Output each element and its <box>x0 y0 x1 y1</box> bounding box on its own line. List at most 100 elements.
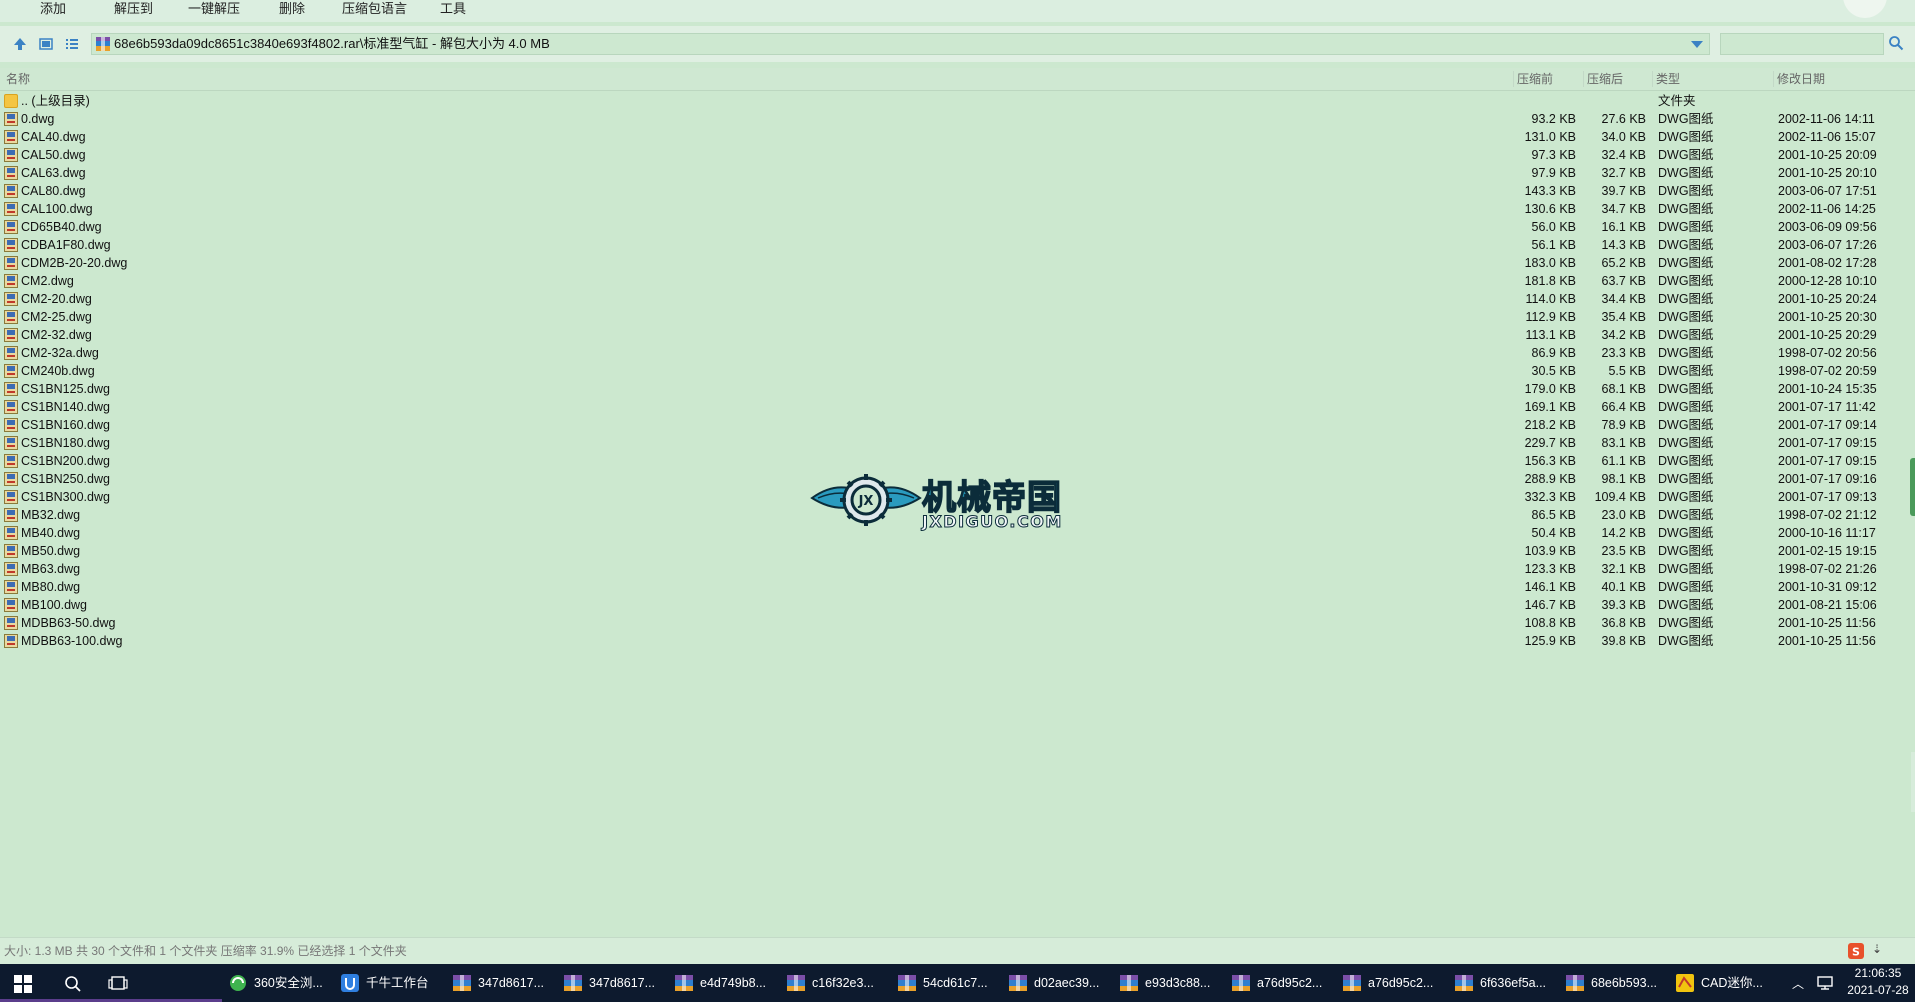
dwg-file-icon <box>4 130 18 144</box>
file-row[interactable]: CM240b.dwg 30.5 KB 5.5 KB DWG图纸 1998-07-02 2… <box>0 362 1915 380</box>
taskbar-app[interactable]: 千牛工作台 <box>334 964 444 1002</box>
column-name[interactable]: 名称 <box>6 68 30 90</box>
column-divider[interactable] <box>1513 71 1514 87</box>
file-row[interactable]: CS1BN125.dwg 179.0 KB 68.1 KB DWG图纸 2001-10-… <box>0 380 1915 398</box>
column-packed[interactable]: 压缩后 <box>1587 68 1623 90</box>
dwg-file-icon <box>4 508 18 522</box>
file-row[interactable]: MB50.dwg 103.9 KB 23.5 KB DWG图纸 2001-02-15 1… <box>0 542 1915 560</box>
taskbar-app-label: e4d749b8... <box>700 976 767 990</box>
search-icon[interactable] <box>64 975 82 993</box>
taskbar-app[interactable]: e93d3c88... <box>1113 964 1223 1002</box>
taskbar-app-label: c16f32e3... <box>812 976 874 990</box>
file-modified: 2003-06-09 09:56 <box>1778 220 1877 234</box>
menu-delete[interactable]: 删除 <box>279 0 305 18</box>
search-input[interactable] <box>1720 33 1884 55</box>
file-row[interactable]: CS1BN180.dwg 229.7 KB 83.1 KB DWG图纸 2001-07-… <box>0 434 1915 452</box>
network-icon[interactable] <box>1816 975 1834 991</box>
window-corner-decoration <box>1843 0 1887 18</box>
column-divider[interactable] <box>1773 71 1774 87</box>
file-modified: 2002-11-06 14:25 <box>1778 202 1876 216</box>
taskbar-app[interactable]: a76d95c2... <box>1336 964 1446 1002</box>
file-type: DWG图纸 <box>1658 490 1714 504</box>
chevron-down-icon[interactable]: ⇣ <box>1872 942 1882 956</box>
parent-directory-row[interactable]: .. (上级目录) 文件夹 <box>0 92 1915 110</box>
column-modified[interactable]: 修改日期 <box>1777 68 1825 90</box>
sogou-ime-icon[interactable]: S <box>1848 943 1864 959</box>
menu-add[interactable]: 添加 <box>40 0 66 18</box>
archive-icon <box>1120 975 1138 991</box>
file-name: MDBB63-100.dwg <box>21 634 123 648</box>
archive-icon <box>453 975 471 991</box>
file-type: DWG图纸 <box>1658 616 1714 630</box>
menu-tools[interactable]: 工具 <box>440 0 466 18</box>
column-divider[interactable] <box>1583 71 1584 87</box>
file-type: DWG图纸 <box>1658 418 1714 432</box>
file-packed-size: 40.1 KB <box>1601 580 1646 594</box>
file-row[interactable]: CAL63.dwg 97.9 KB 32.7 KB DWG图纸 2001-10-25 2… <box>0 164 1915 182</box>
file-row[interactable]: CDBA1F80.dwg 56.1 KB 14.3 KB DWG图纸 2003-06-0… <box>0 236 1915 254</box>
column-size[interactable]: 压缩前 <box>1517 68 1553 90</box>
column-header: 名称 压缩前 压缩后 类型 修改日期 <box>0 68 1915 91</box>
menu-bar: 添加 解压到 一键解压 删除 压缩包语言 工具 <box>0 0 1915 22</box>
clock-date[interactable]: 2021-07-28 <box>1840 982 1915 998</box>
taskbar-app[interactable]: d02aec39... <box>1002 964 1112 1002</box>
windows-start-icon[interactable] <box>14 975 32 993</box>
menu-archive-language[interactable]: 压缩包语言 <box>342 0 407 18</box>
file-row[interactable]: MDBB63-50.dwg 108.8 KB 36.8 KB DWG图纸 2001-10… <box>0 614 1915 632</box>
file-row[interactable]: CDM2B-20-20.dwg 183.0 KB 65.2 KB DWG图纸 2001-… <box>0 254 1915 272</box>
task-view-icon[interactable] <box>108 975 128 993</box>
dwg-file-icon <box>4 616 18 630</box>
taskbar-app[interactable]: CAD迷你... <box>1669 964 1779 1002</box>
file-type: 文件夹 <box>1658 94 1696 108</box>
clock-time[interactable]: 21:06:35 <box>1840 965 1915 981</box>
file-row[interactable]: CM2-32.dwg 113.1 KB 34.2 KB DWG图纸 2001-10-25… <box>0 326 1915 344</box>
column-divider[interactable] <box>1652 71 1653 87</box>
taskbar-app[interactable]: c16f32e3... <box>780 964 890 1002</box>
file-row[interactable]: CM2.dwg 181.8 KB 63.7 KB DWG图纸 2000-12-28 10… <box>0 272 1915 290</box>
path-field[interactable]: 68e6b593da09dc8651c3840e693f4802.rar\标准型… <box>91 33 1710 55</box>
file-row[interactable]: MB80.dwg 146.1 KB 40.1 KB DWG图纸 2001-10-31 0… <box>0 578 1915 596</box>
menu-one-click-extract[interactable]: 一键解压 <box>188 0 240 18</box>
file-row[interactable]: CM2-25.dwg 112.9 KB 35.4 KB DWG图纸 2001-10-25… <box>0 308 1915 326</box>
taskbar-app[interactable]: 54cd61c7... <box>891 964 1001 1002</box>
archive-icon <box>787 975 805 991</box>
file-row[interactable]: MB100.dwg 146.7 KB 39.3 KB DWG图纸 2001-08-21 … <box>0 596 1915 614</box>
thumbnail-view-icon[interactable] <box>38 36 54 52</box>
chevron-down-icon[interactable] <box>1691 41 1703 48</box>
file-packed-size: 23.0 KB <box>1601 508 1646 522</box>
file-row[interactable]: CAL40.dwg 131.0 KB 34.0 KB DWG图纸 2002-11-06 … <box>0 128 1915 146</box>
file-row[interactable]: CS1BN140.dwg 169.1 KB 66.4 KB DWG图纸 2001-07-… <box>0 398 1915 416</box>
menu-extract-to[interactable]: 解压到 <box>114 0 153 18</box>
file-type: DWG图纸 <box>1658 166 1714 180</box>
taskbar-app-label: CAD迷你... <box>1701 976 1763 990</box>
file-row[interactable]: CAL100.dwg 130.6 KB 34.7 KB DWG图纸 2002-11-06… <box>0 200 1915 218</box>
file-packed-size: 109.4 KB <box>1594 490 1646 504</box>
file-row[interactable]: CAL80.dwg 143.3 KB 39.7 KB DWG图纸 2003-06-07 … <box>0 182 1915 200</box>
file-row[interactable]: 0.dwg 93.2 KB 27.6 KB DWG图纸 2002-11-06 14:11 <box>0 110 1915 128</box>
file-row[interactable]: CS1BN160.dwg 218.2 KB 78.9 KB DWG图纸 2001-07-… <box>0 416 1915 434</box>
path-text: 68e6b593da09dc8651c3840e693f4802.rar\标准型… <box>114 36 550 51</box>
file-packed-size: 32.4 KB <box>1601 148 1646 162</box>
up-arrow-icon[interactable] <box>12 36 28 52</box>
file-row[interactable]: CM2-20.dwg 114.0 KB 34.4 KB DWG图纸 2001-10-25… <box>0 290 1915 308</box>
chevron-up-icon[interactable]: ︿ <box>1792 975 1804 992</box>
column-type[interactable]: 类型 <box>1656 68 1680 90</box>
taskbar-app[interactable]: e4d749b8... <box>668 964 778 1002</box>
taskbar-app[interactable]: 6f636ef5a... <box>1448 964 1558 1002</box>
taskbar-app[interactable]: 347d8617... <box>446 964 556 1002</box>
file-row[interactable]: MDBB63-100.dwg 125.9 KB 39.8 KB DWG图纸 2001-1… <box>0 632 1915 650</box>
file-modified: 2001-02-15 19:15 <box>1778 544 1877 558</box>
taskbar-app[interactable]: 68e6b593... <box>1559 964 1669 1002</box>
file-row[interactable]: CD65B40.dwg 56.0 KB 16.1 KB DWG图纸 2003-06-09… <box>0 218 1915 236</box>
file-row[interactable]: MB63.dwg 123.3 KB 32.1 KB DWG图纸 1998-07-02 2… <box>0 560 1915 578</box>
file-row[interactable]: CAL50.dwg 97.3 KB 32.4 KB DWG图纸 2001-10-25 2… <box>0 146 1915 164</box>
scrollbar-handle[interactable] <box>1910 458 1915 516</box>
taskbar-app[interactable]: 360安全浏... <box>222 964 332 1002</box>
taskbar-app[interactable]: a76d95c2... <box>1225 964 1335 1002</box>
search-icon[interactable] <box>1888 35 1904 51</box>
dwg-file-icon <box>4 292 18 306</box>
list-view-icon[interactable] <box>64 36 80 52</box>
file-type: DWG图纸 <box>1658 274 1714 288</box>
file-row[interactable]: CM2-32a.dwg 86.9 KB 23.3 KB DWG图纸 1998-07-02… <box>0 344 1915 362</box>
taskbar-app[interactable]: 347d8617... <box>557 964 667 1002</box>
